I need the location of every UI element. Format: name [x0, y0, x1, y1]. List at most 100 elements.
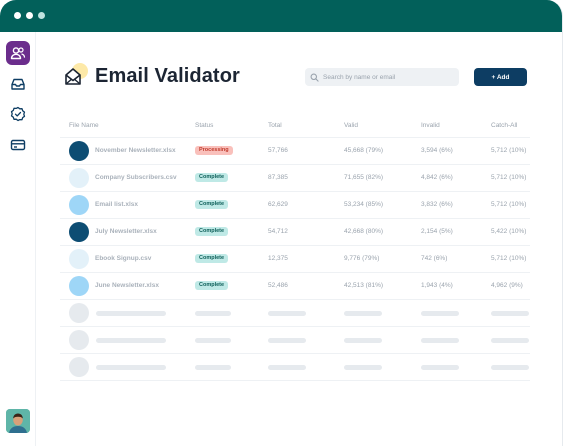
- placeholder-bar: [491, 338, 529, 343]
- placeholder-bar: [96, 338, 166, 343]
- envelope-icon: [65, 63, 88, 85]
- credit-card-icon: [10, 139, 26, 151]
- placeholder-bar: [268, 338, 306, 343]
- sidebar-item-verified[interactable]: [6, 102, 30, 126]
- placeholder-bar: [491, 311, 529, 316]
- column-header-total[interactable]: Total: [268, 122, 282, 129]
- user-avatar[interactable]: [6, 409, 30, 433]
- inbox-icon: [11, 78, 25, 90]
- table-row[interactable]: Company Subscribers.csv Complete 87,385 71,…: [60, 165, 530, 192]
- placeholder-bar: [421, 365, 459, 370]
- catch-all-count: 5,712 (10%): [491, 255, 527, 262]
- file-icon: [69, 195, 89, 215]
- placeholder-bar: [421, 311, 459, 316]
- invalid-count: 4,842 (6%): [421, 174, 453, 181]
- file-name[interactable]: Email list.xlsx: [95, 201, 138, 208]
- placeholder-bar: [96, 365, 166, 370]
- table-row[interactable]: Email list.xlsx Complete 62,629 53,234 (85%…: [60, 192, 530, 219]
- valid-count: 53,234 (85%): [344, 201, 384, 208]
- status-badge: Complete: [195, 281, 229, 290]
- search-bar[interactable]: [305, 68, 459, 86]
- window-minimize-dot[interactable]: [26, 12, 33, 19]
- placeholder-bar: [491, 365, 529, 370]
- sidebar-item-inbox[interactable]: [6, 72, 30, 96]
- placeholder-row: [60, 354, 530, 381]
- table-row[interactable]: July Newsletter.xlsx Complete 54,712 42,668…: [60, 219, 530, 246]
- table-row[interactable]: November Newsletter.xlsx Processing 57,766…: [60, 138, 530, 165]
- valid-count: 9,776 (79%): [344, 255, 380, 262]
- placeholder-row: [60, 327, 530, 354]
- total-count: 54,712: [268, 228, 288, 235]
- search-icon: [310, 73, 319, 82]
- status-badge: Processing: [195, 146, 233, 155]
- app-window: Email Validator + Add File Name Status T…: [0, 0, 563, 446]
- search-input[interactable]: [323, 73, 453, 81]
- file-name[interactable]: Company Subscribers.csv: [95, 174, 177, 181]
- file-name[interactable]: Ebook Signup.csv: [95, 255, 151, 262]
- sidebar: [0, 32, 36, 446]
- valid-count: 71,655 (82%): [344, 174, 384, 181]
- status-badge: Complete: [195, 173, 229, 182]
- status-badge: Complete: [195, 227, 229, 236]
- placeholder-bar: [344, 338, 382, 343]
- main-content: Email Validator + Add File Name Status T…: [36, 32, 562, 446]
- placeholder-bar: [268, 365, 306, 370]
- catch-all-count: 5,712 (10%): [491, 201, 527, 208]
- total-count: 87,385: [268, 174, 288, 181]
- column-header-catch-all[interactable]: Catch-All: [491, 122, 517, 129]
- catch-all-count: 5,422 (10%): [491, 228, 527, 235]
- column-header-status[interactable]: Status: [195, 122, 213, 129]
- total-count: 12,375: [268, 255, 288, 262]
- users-icon: [10, 47, 26, 60]
- page-title: Email Validator: [95, 65, 240, 87]
- file-icon: [69, 249, 89, 269]
- file-name[interactable]: June Newsletter.xlsx: [95, 282, 159, 289]
- table-row[interactable]: Ebook Signup.csv Complete 12,375 9,776 (79%…: [60, 246, 530, 273]
- placeholder-icon: [69, 303, 89, 323]
- valid-count: 42,513 (81%): [344, 282, 384, 289]
- sidebar-item-users[interactable]: [6, 41, 30, 65]
- files-table: File Name Status Total Valid Invalid Cat…: [60, 116, 530, 381]
- status-badge: Complete: [195, 254, 229, 263]
- file-icon: [69, 168, 89, 188]
- file-name[interactable]: November Newsletter.xlsx: [95, 147, 176, 154]
- invalid-count: 2,154 (5%): [421, 228, 453, 235]
- placeholder-bar: [195, 338, 231, 343]
- catch-all-count: 4,962 (9%): [491, 282, 523, 289]
- add-button[interactable]: + Add: [474, 68, 527, 86]
- file-icon: [69, 141, 89, 161]
- sidebar-item-billing[interactable]: [6, 133, 30, 157]
- total-count: 57,766: [268, 147, 288, 154]
- placeholder-row: [60, 300, 530, 327]
- invalid-count: 3,832 (6%): [421, 201, 453, 208]
- column-header-invalid[interactable]: Invalid: [421, 122, 440, 129]
- valid-count: 42,668 (80%): [344, 228, 384, 235]
- placeholder-icon: [69, 357, 89, 377]
- invalid-count: 742 (6%): [421, 255, 448, 262]
- avatar-image: [6, 409, 30, 433]
- placeholder-bar: [195, 311, 231, 316]
- window-maximize-dot[interactable]: [38, 12, 45, 19]
- catch-all-count: 5,712 (10%): [491, 147, 527, 154]
- table-row[interactable]: June Newsletter.xlsx Complete 52,486 42,513…: [60, 273, 530, 300]
- placeholder-bar: [195, 365, 231, 370]
- file-icon: [69, 276, 89, 296]
- placeholder-bar: [268, 311, 306, 316]
- placeholder-icon: [69, 330, 89, 350]
- column-header-file-name[interactable]: File Name: [69, 122, 99, 129]
- column-header-valid[interactable]: Valid: [344, 122, 358, 129]
- valid-count: 45,668 (79%): [344, 147, 384, 154]
- catch-all-count: 5,712 (10%): [491, 174, 527, 181]
- total-count: 52,486: [268, 282, 288, 289]
- check-badge-icon: [10, 106, 26, 122]
- table-header: File Name Status Total Valid Invalid Cat…: [60, 116, 530, 138]
- window-close-dot[interactable]: [14, 12, 21, 19]
- window-titlebar: [0, 0, 562, 32]
- status-badge: Complete: [195, 200, 229, 209]
- invalid-count: 3,594 (6%): [421, 147, 453, 154]
- placeholder-bar: [96, 311, 166, 316]
- file-name[interactable]: July Newsletter.xlsx: [95, 228, 157, 235]
- file-icon: [69, 222, 89, 242]
- placeholder-bar: [344, 311, 382, 316]
- placeholder-bar: [344, 365, 382, 370]
